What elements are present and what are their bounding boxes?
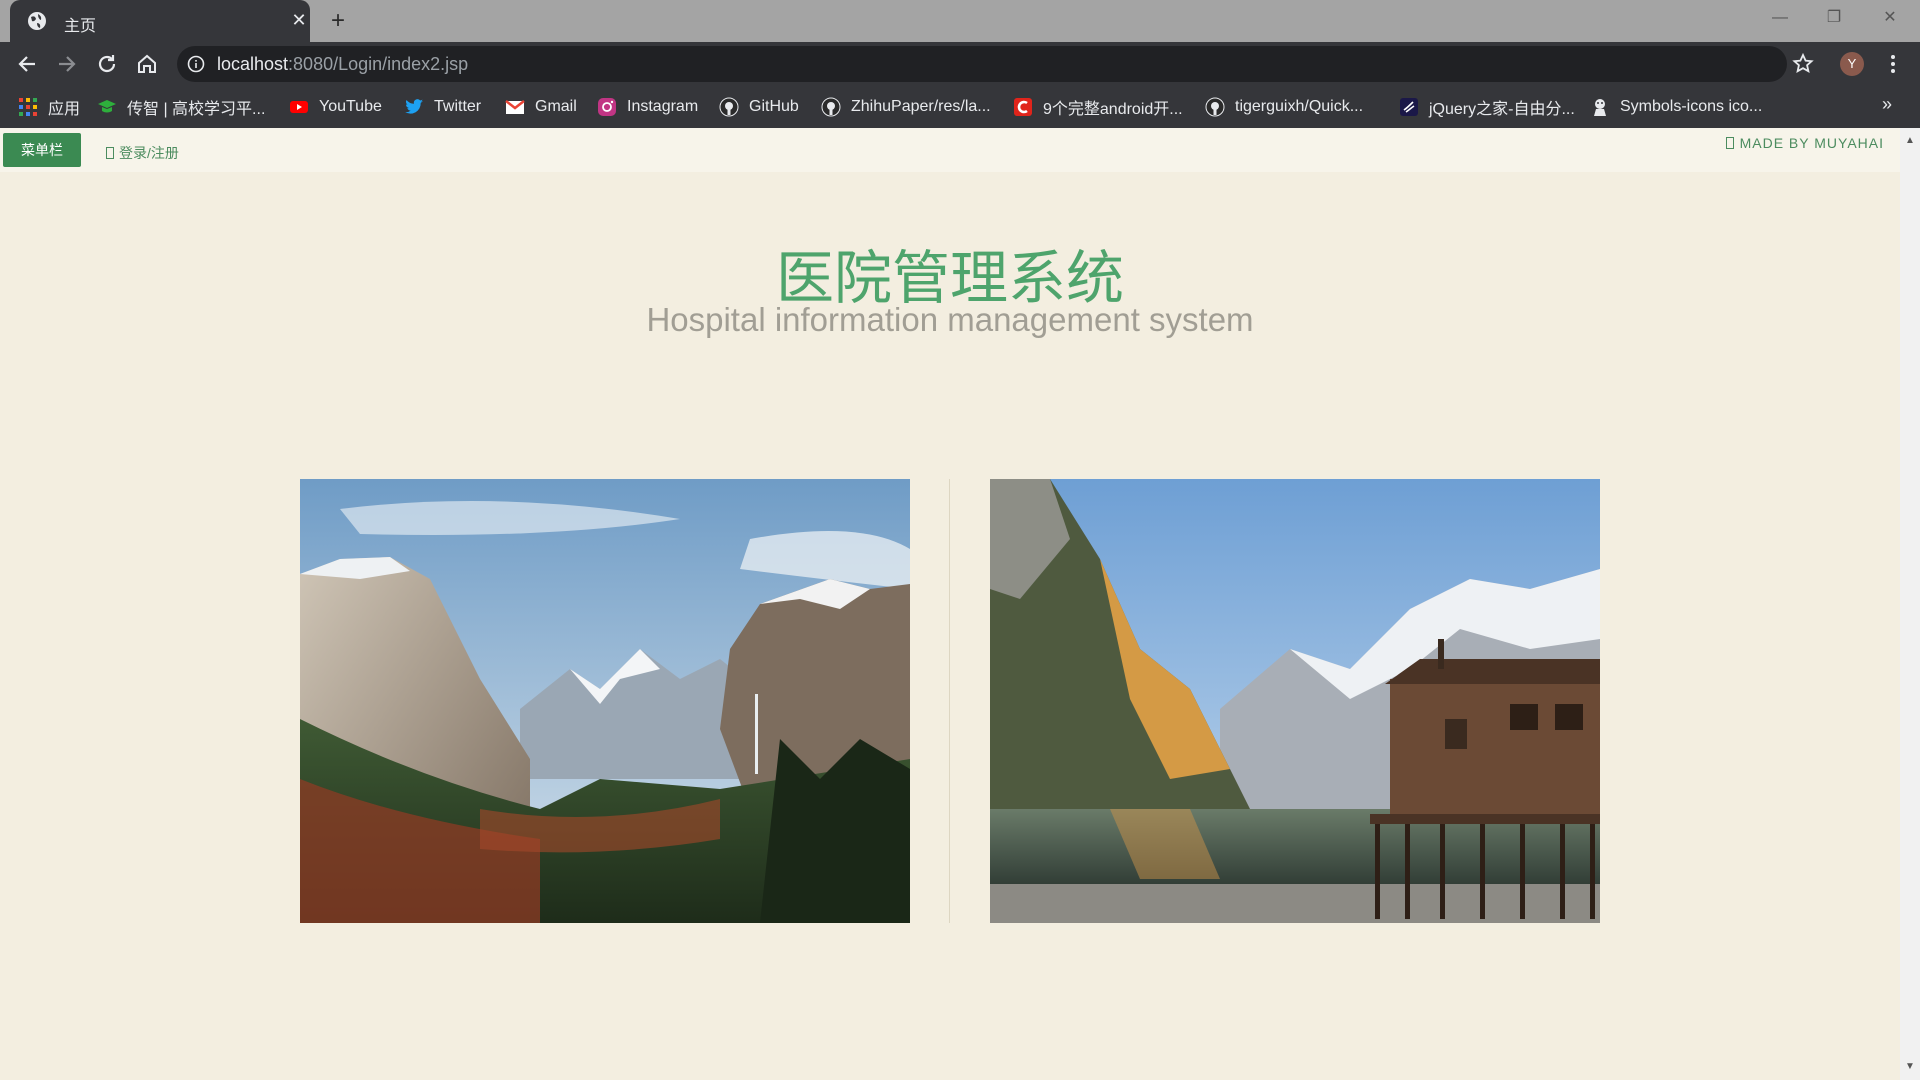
close-icon[interactable]: ✕ xyxy=(288,9,310,31)
bookmark-twitter[interactable]: Twitter xyxy=(404,86,481,128)
restore-button[interactable]: ❐ xyxy=(1806,0,1862,36)
twitter-icon xyxy=(405,99,423,114)
valley-landscape-image xyxy=(300,479,910,923)
graduation-cap-icon xyxy=(98,100,116,113)
bookmark-label: YouTube xyxy=(319,98,382,115)
bookmark-label: jQuery之家-自由分... xyxy=(1429,101,1575,118)
bookmark-label: Gmail xyxy=(535,98,577,115)
tab-strip: 主页 ✕ + — ❐ ✕ xyxy=(0,0,1920,42)
login-register-link[interactable]: 登录/注册 xyxy=(106,143,179,163)
menu-button[interactable]: 菜单栏 xyxy=(3,133,81,167)
bookmark-jquery[interactable]: jQuery之家-自由分... xyxy=(1399,86,1575,128)
login-register-label: 登录/注册 xyxy=(119,145,179,161)
top-nav-bar: 菜单栏 登录/注册 MADE BY MUYAHAI xyxy=(0,128,1900,172)
browser-toolbar: localhost:8080/Login/index2.jsp Y xyxy=(0,42,1920,86)
minimize-button[interactable]: — xyxy=(1752,0,1808,36)
bookmark-label: Instagram xyxy=(627,98,699,115)
bookmark-label: GitHub xyxy=(749,98,799,115)
profile-avatar[interactable]: Y xyxy=(1840,52,1864,76)
bookmark-label: Twitter xyxy=(434,98,482,115)
made-by-credit: MADE BY MUYAHAI xyxy=(1725,135,1884,151)
bookmark-youtube[interactable]: YouTube xyxy=(289,86,382,128)
bookmark-instagram[interactable]: Instagram xyxy=(597,86,698,128)
bookmark-label: Symbols-icons ico... xyxy=(1620,98,1763,115)
address-bar[interactable]: localhost:8080/Login/index2.jsp xyxy=(177,46,1787,82)
github-icon xyxy=(719,97,739,117)
menu-dots-icon[interactable] xyxy=(1883,52,1903,76)
bookmark-star-icon[interactable] xyxy=(1790,51,1816,77)
globe-icon xyxy=(28,12,46,30)
jquery-icon xyxy=(1400,98,1418,116)
image-divider xyxy=(949,479,950,923)
close-window-button[interactable]: ✕ xyxy=(1862,0,1918,36)
made-by-label: MADE BY MUYAHAI xyxy=(1739,135,1884,151)
bookmark-github[interactable]: GitHub xyxy=(719,86,799,128)
csdn-icon xyxy=(1014,98,1032,116)
page-scrollbar[interactable]: ▲ ▼ xyxy=(1900,128,1920,1080)
bookmark-chuanzhi[interactable]: 传智 | 高校学习平... xyxy=(97,86,265,128)
back-arrow-icon[interactable] xyxy=(14,51,40,77)
bookmark-gmail[interactable]: Gmail xyxy=(505,86,577,128)
tab-title: 主页 xyxy=(64,18,97,35)
page-content: 菜单栏 登录/注册 MADE BY MUYAHAI 医院管理系统 Hospita… xyxy=(0,128,1900,1080)
info-icon[interactable] xyxy=(187,55,205,73)
bookmark-tigerguixh[interactable]: tigerguixh/Quick... xyxy=(1205,86,1363,128)
bookmark-csdn[interactable]: 9个完整android开... xyxy=(1013,86,1183,128)
github-icon xyxy=(821,97,841,117)
credit-icon xyxy=(1725,137,1734,149)
bookmark-apps[interactable]: 应用 xyxy=(18,86,80,128)
scroll-down-icon[interactable]: ▼ xyxy=(1905,1062,1915,1072)
gmail-icon xyxy=(505,100,525,114)
youtube-icon xyxy=(290,101,308,113)
home-icon[interactable] xyxy=(134,51,160,77)
new-tab-button[interactable]: + xyxy=(325,8,351,34)
bookmark-label: 传智 | 高校学习平... xyxy=(127,101,266,118)
bookmarks-bar: 应用 传智 | 高校学习平... YouTube Twitter Gmail I… xyxy=(0,86,1920,128)
instagram-icon xyxy=(598,98,616,116)
bookmark-label: 9个完整android开... xyxy=(1043,101,1183,118)
url-text: localhost:8080/Login/index2.jsp xyxy=(217,54,469,74)
symbols-icon xyxy=(1594,99,1606,116)
lake-cabin-image xyxy=(990,479,1600,923)
bookmark-symbols[interactable]: Symbols-icons ico... xyxy=(1590,86,1762,128)
scroll-up-icon[interactable]: ▲ xyxy=(1905,136,1915,146)
reload-icon[interactable] xyxy=(94,51,120,77)
tab-home[interactable]: 主页 ✕ xyxy=(10,0,310,42)
page-subtitle: Hospital information management system xyxy=(646,301,1254,338)
bookmarks-overflow-button[interactable]: » xyxy=(1882,94,1892,115)
bookmark-zhihupaper[interactable]: ZhihuPaper/res/la... xyxy=(821,86,991,128)
forward-arrow-icon[interactable] xyxy=(54,51,80,77)
apps-grid-icon xyxy=(19,98,37,116)
bookmark-label: tigerguixh/Quick... xyxy=(1235,98,1364,115)
bookmark-label: ZhihuPaper/res/la... xyxy=(851,98,991,115)
github-icon xyxy=(1205,97,1225,117)
user-icon xyxy=(106,147,114,159)
bookmark-label: 应用 xyxy=(48,101,81,118)
